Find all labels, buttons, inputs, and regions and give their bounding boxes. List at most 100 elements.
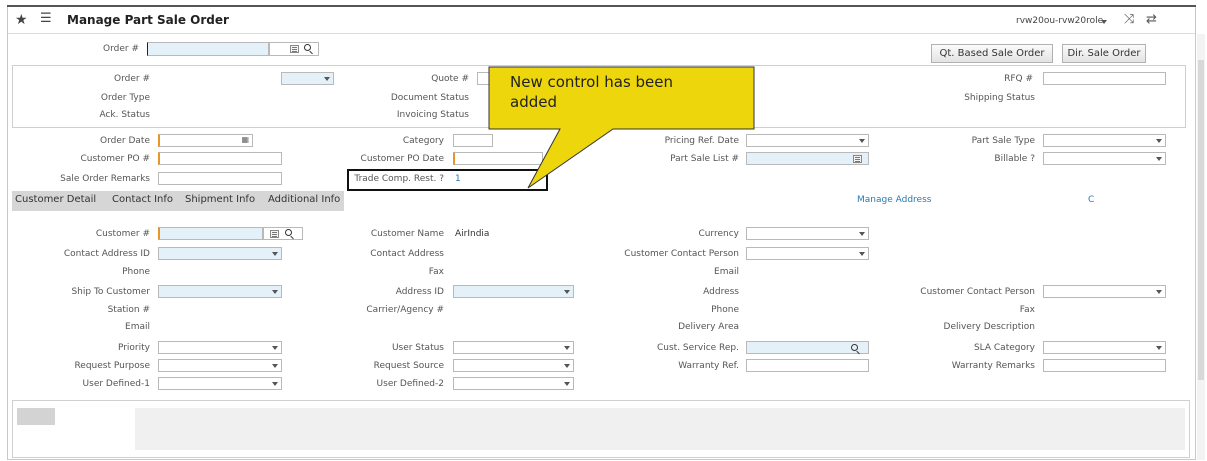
user-defined-1-dropdown[interactable] xyxy=(158,377,282,390)
sale-order-remarks-input[interactable] xyxy=(158,172,282,185)
sale-order-remarks-label: Sale Order Remarks xyxy=(60,174,150,184)
customer-contact-person-label: Customer Contact Person xyxy=(624,249,739,259)
contact-address-id-label: Contact Address ID xyxy=(63,249,150,259)
tab-shipment-info[interactable]: Shipment Info xyxy=(185,194,255,205)
ack-status-label: Ack. Status xyxy=(99,110,150,120)
customer-contact-person-dropdown[interactable] xyxy=(746,247,869,260)
chevron-down-icon xyxy=(564,382,570,386)
chevron-down-icon xyxy=(1156,346,1162,350)
search-icon[interactable] xyxy=(285,229,292,236)
search-icon[interactable] xyxy=(304,44,311,51)
user-defined-2-dropdown[interactable] xyxy=(453,377,574,390)
sla-category-label: SLA Category xyxy=(973,343,1035,353)
customer-po-input[interactable] xyxy=(158,152,282,165)
calendar-icon[interactable]: ▦ xyxy=(241,135,249,144)
email2-label: Email xyxy=(125,322,150,332)
customer-number-label: Customer # xyxy=(95,229,150,239)
tab-contact-info[interactable]: Contact Info xyxy=(112,194,173,205)
shipping-status-label: Shipping Status xyxy=(964,93,1035,103)
phone2-label: Phone xyxy=(711,305,739,315)
menu-icon[interactable]: ☰ xyxy=(40,11,52,26)
rfq-input[interactable] xyxy=(1043,72,1166,85)
warranty-ref-label: Warranty Ref. xyxy=(678,361,739,371)
warranty-remarks-label: Warranty Remarks xyxy=(951,361,1035,371)
category-dropdown[interactable] xyxy=(453,134,493,147)
priority-label: Priority xyxy=(117,343,150,353)
list-icon[interactable] xyxy=(853,155,862,163)
order-search-label: Order # xyxy=(103,44,139,54)
chevron-down-icon xyxy=(564,290,570,294)
currency-label: Currency xyxy=(698,229,739,239)
address-id-dropdown[interactable] xyxy=(453,285,574,298)
trade-comp-rest-label: Trade Comp. Rest. ? xyxy=(354,174,444,184)
delivery-description-label: Delivery Description xyxy=(943,322,1035,332)
list-icon[interactable] xyxy=(270,230,279,238)
customer-contact-person2-dropdown[interactable] xyxy=(1043,285,1166,298)
warranty-ref-input[interactable] xyxy=(746,359,869,372)
station-label: Station # xyxy=(107,305,150,315)
window-top-border xyxy=(7,5,1196,7)
warranty-remarks-input[interactable] xyxy=(1043,359,1166,372)
chevron-down-icon xyxy=(272,252,278,256)
chevron-down-icon xyxy=(324,77,330,81)
request-purpose-dropdown[interactable] xyxy=(158,359,282,372)
scrollbar-thumb[interactable] xyxy=(1198,60,1204,380)
email-label: Email xyxy=(714,267,739,277)
qt-based-sale-order-button[interactable]: Qt. Based Sale Order xyxy=(931,44,1053,63)
order-number-label: Order # xyxy=(114,74,150,84)
chevron-down-icon xyxy=(272,346,278,350)
address-label: Address xyxy=(703,287,739,297)
tab-customer-detail[interactable]: Customer Detail xyxy=(15,194,96,205)
customer-name-value: AirIndia xyxy=(455,229,490,239)
currency-dropdown[interactable] xyxy=(746,227,869,240)
grid-area xyxy=(135,408,1185,450)
chevron-down-icon[interactable] xyxy=(1101,20,1107,24)
cust-service-rep-input[interactable] xyxy=(746,341,869,354)
contact-address-id-dropdown[interactable] xyxy=(158,247,282,260)
order-search-input[interactable] xyxy=(147,42,269,56)
chevron-down-icon xyxy=(859,252,865,256)
dir-sale-order-button[interactable]: Dir. Sale Order xyxy=(1062,44,1146,63)
tab-additional-info[interactable]: Additional Info xyxy=(268,194,340,205)
manage-address-link[interactable]: Manage Address xyxy=(857,195,931,205)
contact-address-label: Contact Address xyxy=(370,249,444,259)
customer-contact-person2-label: Customer Contact Person xyxy=(920,287,1035,297)
order-number-dropdown[interactable] xyxy=(281,72,334,85)
chevron-down-icon xyxy=(1156,139,1162,143)
priority-dropdown[interactable] xyxy=(158,341,282,354)
list-icon[interactable] xyxy=(290,45,299,53)
header-divider xyxy=(8,33,1195,34)
chevron-down-icon xyxy=(272,290,278,294)
swap-icon[interactable]: ⇄ xyxy=(1146,12,1157,27)
search-icon[interactable] xyxy=(851,344,858,351)
star-icon[interactable]: ★ xyxy=(15,12,28,28)
order-date-input[interactable]: ▦ xyxy=(158,134,253,147)
billable-dropdown[interactable] xyxy=(1043,152,1166,165)
customer-number-input[interactable] xyxy=(158,227,263,240)
ship-to-customer-label: Ship To Customer xyxy=(71,287,150,297)
fax-label: Fax xyxy=(428,267,444,277)
trade-comp-rest-value[interactable]: 1 xyxy=(455,174,461,184)
c-link[interactable]: C xyxy=(1088,195,1094,205)
user-status-dropdown[interactable] xyxy=(453,341,574,354)
customer-po-label: Customer PO # xyxy=(80,154,151,164)
sla-category-dropdown[interactable] xyxy=(1043,341,1166,354)
part-sale-list-input[interactable] xyxy=(746,152,869,165)
request-source-dropdown[interactable] xyxy=(453,359,574,372)
shuffle-icon[interactable]: ⤨ xyxy=(1124,12,1134,27)
chevron-down-icon xyxy=(859,232,865,236)
cust-service-rep-label: Cust. Service Rep. xyxy=(656,343,739,353)
chevron-down-icon xyxy=(859,139,865,143)
document-status-label: Document Status xyxy=(390,93,469,103)
ship-to-customer-dropdown[interactable] xyxy=(158,285,282,298)
chevron-down-icon xyxy=(564,364,570,368)
customer-name-label: Customer Name xyxy=(370,229,444,239)
grid-toolbar-button[interactable] xyxy=(17,408,55,425)
category-label: Category xyxy=(402,136,444,146)
pricing-ref-date-dropdown[interactable] xyxy=(746,134,869,147)
delivery-area-label: Delivery Area xyxy=(678,322,739,332)
user-role-dropdown[interactable]: rvw20ou-rvw20role xyxy=(1016,16,1103,26)
callout-text-line2: added xyxy=(510,93,557,111)
part-sale-type-dropdown[interactable] xyxy=(1043,134,1166,147)
page-title: Manage Part Sale Order xyxy=(67,13,229,27)
